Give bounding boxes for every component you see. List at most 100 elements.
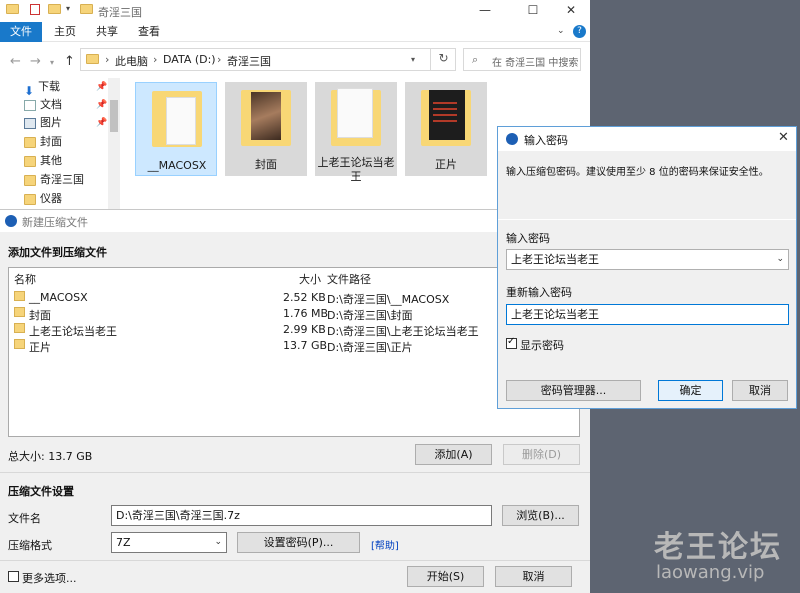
search-box[interactable]: ⌕ 在 奇淫三国 中搜索: [463, 48, 581, 71]
set-password-button[interactable]: 设置密码(P)...: [237, 532, 360, 553]
dialog-title: 新建压缩文件: [22, 216, 88, 229]
chevron-down-icon[interactable]: ▾: [66, 4, 78, 16]
cell-path: D:\奇淫三国\正片: [327, 341, 413, 354]
file-list[interactable]: 名称 大小 文件路径 __MACOSX 2.52 KB D:\奇淫三国\__MA…: [8, 267, 580, 437]
help-icon[interactable]: ?: [573, 25, 586, 38]
folder-tile-cover[interactable]: 封面: [225, 82, 307, 176]
format-select[interactable]: 7Z ⌄: [111, 532, 227, 553]
close-icon[interactable]: ✕: [778, 130, 789, 145]
folder-tile-macosx[interactable]: __MACOSX: [135, 82, 217, 176]
scrollbar-thumb[interactable]: [110, 100, 118, 132]
divider: [0, 560, 590, 561]
app-logo-icon: [506, 133, 518, 145]
column-header-path[interactable]: 文件路径: [327, 271, 371, 287]
breadcrumb-folder[interactable]: 奇淫三国: [227, 53, 271, 69]
filename-field[interactable]: D:\奇淫三国\奇淫三国.7z: [111, 505, 492, 526]
table-row[interactable]: __MACOSX 2.52 KB D:\奇淫三国\__MACOSX: [9, 288, 579, 306]
refresh-icon[interactable]: ↻: [430, 48, 456, 71]
sidebar-item-cover[interactable]: 封面: [24, 133, 62, 151]
tab-home[interactable]: 主页: [42, 22, 88, 42]
back-arrow-icon[interactable]: ←: [10, 54, 21, 69]
password-dialog: 输入密码 ✕ 输入压缩包密码。建议使用至少 8 位的密码来保证安全性。 输入密码…: [497, 126, 797, 409]
cell-size: 1.76 MB: [283, 307, 329, 320]
pin-icon[interactable]: 📌: [96, 100, 107, 110]
chevron-down-icon[interactable]: ⌄: [557, 26, 565, 36]
folder-icon: [24, 174, 36, 186]
browse-button[interactable]: 浏览(B)...: [502, 505, 579, 526]
reenter-password-label: 重新输入密码: [506, 286, 572, 299]
add-button[interactable]: 添加(A): [415, 444, 492, 465]
folder-icon: [24, 155, 36, 167]
help-link[interactable]: [帮助]: [371, 537, 399, 552]
breadcrumb-separator-icon: ›: [105, 53, 110, 66]
pin-icon[interactable]: 📌: [96, 82, 107, 92]
password-select[interactable]: 上老王论坛当老王 ⌄: [506, 249, 789, 270]
cell-name: 正片: [29, 341, 51, 354]
sidebar-item-label: 文档: [40, 98, 62, 111]
tab-share[interactable]: 共享: [84, 22, 130, 42]
ribbon: 文件 主页 共享 查看 ⌄ ?: [0, 22, 590, 42]
breadcrumb-separator-icon: ›: [153, 53, 158, 66]
sidebar-item-pictures[interactable]: 图片: [24, 114, 62, 132]
cancel-button[interactable]: 取消: [495, 566, 572, 587]
sidebar-item-label: 奇淫三国: [40, 173, 84, 186]
more-options-label[interactable]: 更多选项...: [22, 570, 77, 586]
file-list-header: 名称 大小 文件路径: [9, 268, 579, 286]
column-header-size[interactable]: 大小: [299, 271, 321, 287]
table-row[interactable]: 正片 13.7 GB D:\奇淫三国\正片: [9, 336, 579, 354]
properties-icon[interactable]: [30, 4, 40, 15]
breadcrumb-separator-icon: ›: [217, 53, 222, 66]
image-thumbnail: [251, 92, 281, 140]
password-titlebar: 输入密码 ✕: [498, 127, 796, 151]
picture-icon: [24, 117, 36, 129]
password-value: 上老王论坛当老王: [511, 253, 599, 266]
sidebar-item-other[interactable]: 其他: [24, 152, 62, 170]
dialog-title: 输入密码: [524, 134, 568, 147]
sidebar-item-downloads[interactable]: ⬇ 下载: [24, 78, 61, 98]
pin-icon[interactable]: 📌: [96, 118, 107, 128]
app-logo-icon: [5, 215, 17, 227]
start-button[interactable]: 开始(S): [407, 566, 484, 587]
search-placeholder: 在 奇淫三国 中搜索: [492, 58, 579, 69]
column-header-name[interactable]: 名称: [14, 271, 36, 287]
ok-button[interactable]: 确定: [658, 380, 723, 401]
sidebar-item-qiyin[interactable]: 奇淫三国: [24, 171, 84, 189]
total-size: 总大小: 13.7 GB: [8, 450, 93, 463]
breadcrumb-drive[interactable]: DATA (D:): [163, 53, 216, 66]
breadcrumb-this-pc[interactable]: 此电脑: [115, 53, 148, 69]
tab-file[interactable]: 文件: [0, 22, 42, 42]
folder-icon: [86, 54, 99, 64]
more-options-checkbox[interactable]: [8, 571, 19, 582]
folder-tile-laowang[interactable]: 上老王论坛当老 王: [315, 82, 397, 183]
show-password-checkbox[interactable]: [506, 336, 517, 349]
close-button[interactable]: ✕: [548, 0, 594, 22]
password-manager-button[interactable]: 密码管理器...: [506, 380, 641, 401]
folder-tile-main[interactable]: 正片: [405, 82, 487, 176]
up-arrow-icon[interactable]: ↑: [64, 54, 75, 69]
divider: [498, 219, 796, 220]
window-title: 奇淫三国: [98, 6, 142, 19]
cancel-button[interactable]: 取消: [732, 380, 788, 401]
sidebar-item-instrument[interactable]: 仪器: [24, 190, 62, 208]
table-row[interactable]: 封面 1.76 MB D:\奇淫三国\封面: [9, 304, 579, 322]
folder-icon: [14, 307, 25, 317]
chevron-down-icon: ⌄: [776, 254, 784, 264]
show-password-label[interactable]: 显示密码: [520, 337, 564, 353]
folder-icon: [80, 4, 93, 14]
folder-icon: [14, 339, 25, 349]
reenter-password-field[interactable]: 上老王论坛当老王: [506, 304, 789, 325]
forward-arrow-icon[interactable]: →: [30, 54, 41, 69]
sidebar-item-documents[interactable]: 文档: [24, 96, 62, 114]
nav-scrollbar[interactable]: [108, 78, 120, 212]
delete-button[interactable]: 删除(D): [503, 444, 580, 465]
chevron-down-icon[interactable]: ▾: [50, 58, 54, 67]
table-row[interactable]: 上老王论坛当老王 2.99 KB D:\奇淫三国\上老王论坛当老王: [9, 320, 579, 338]
chevron-down-icon[interactable]: ▾: [411, 55, 415, 64]
tab-view[interactable]: 查看: [126, 22, 172, 42]
folder-icon: [24, 136, 36, 148]
address-bar[interactable]: › 此电脑 › DATA (D:) › 奇淫三国 ▾: [80, 48, 456, 71]
sidebar-item-label: 下载: [38, 80, 61, 93]
new-folder-icon[interactable]: [48, 4, 61, 14]
minimize-button[interactable]: —: [462, 0, 508, 22]
cell-name: __MACOSX: [29, 291, 88, 304]
